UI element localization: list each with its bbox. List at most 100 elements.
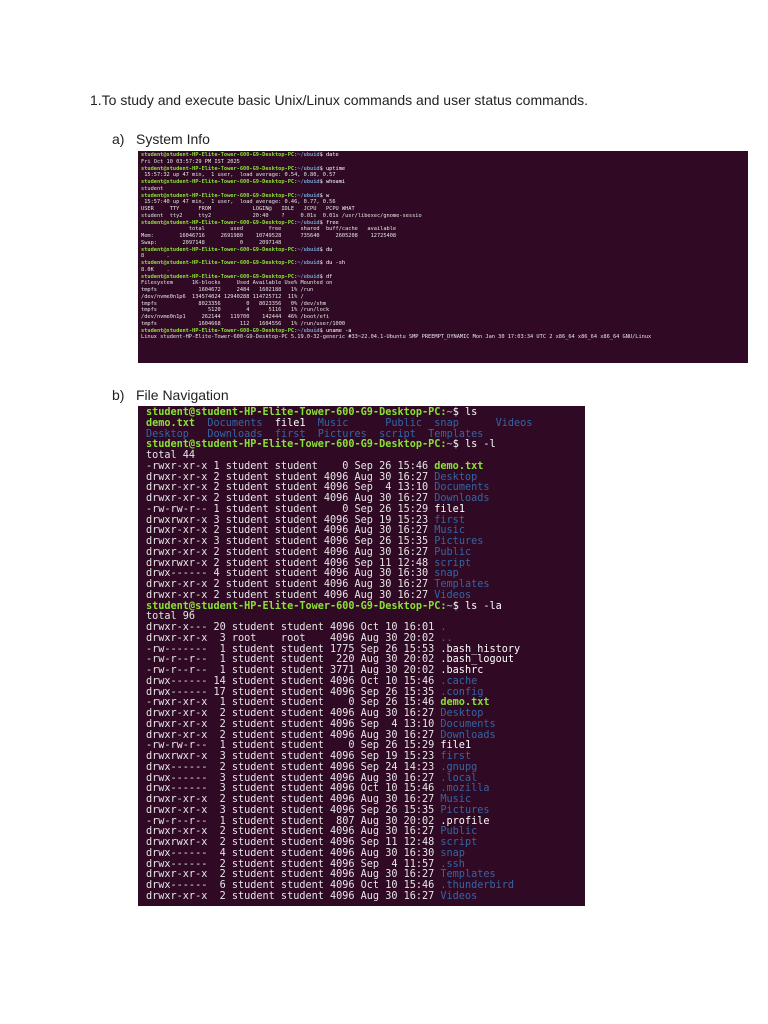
output-text: 15:57:32 up 47 min, 1 user, load average… bbox=[141, 172, 336, 179]
output-text: Fri Oct 10 03:57:29 PM IST 2025 bbox=[141, 158, 240, 165]
output-text: Mem: 16046716 2691980 10749528 735640 26… bbox=[141, 233, 397, 239]
output-line: Fri Oct 10 03:57:29 PM IST 2025 bbox=[141, 159, 748, 166]
output-line: student bbox=[141, 186, 748, 193]
file-name: .. bbox=[440, 632, 453, 644]
command-text: whoami bbox=[325, 179, 346, 185]
output-text: 8 . bbox=[141, 253, 170, 260]
file-attributes: drwxr-xr-x 3 student student 4096 Sep 26… bbox=[146, 536, 435, 547]
output-line: total used free shared buff/cache availa… bbox=[141, 226, 748, 233]
output-text: total 44 bbox=[146, 450, 196, 461]
file-name: Videos bbox=[495, 417, 533, 429]
file-name: .bash_logout bbox=[440, 654, 515, 666]
file-name: snap bbox=[434, 568, 459, 580]
file-name: first bbox=[434, 514, 465, 526]
file-attributes: drwxrwxr-x 3 student student 4096 Sep 19… bbox=[146, 514, 435, 526]
prompt-user: student@student-HP-Elite-Tower-600-G9-De… bbox=[141, 192, 298, 199]
file-attributes: -rw------- 1 student student 1775 Sep 26… bbox=[146, 643, 441, 655]
prompt-path: ~/ubuid bbox=[297, 152, 320, 158]
command-text: free bbox=[325, 219, 339, 226]
section-a-title: System Info bbox=[136, 131, 210, 147]
file-name: .ssh bbox=[440, 858, 465, 870]
prompt-symbol: $ bbox=[452, 600, 465, 612]
file-attributes: drwxr-xr-x 2 student student 4096 Aug 30… bbox=[146, 471, 435, 483]
file-name: Music bbox=[440, 794, 472, 805]
command-text: uptime bbox=[325, 165, 346, 172]
prompt-path: ~/ubuid bbox=[297, 165, 320, 172]
file-name: first bbox=[440, 751, 472, 762]
file-name: Pictures bbox=[317, 428, 380, 440]
file-name: Pictures bbox=[434, 536, 484, 547]
file-attributes: drwxr-xr-x 2 student student 4096 Aug 30… bbox=[146, 869, 441, 881]
file-attributes: drwxr-xr-x 2 student student 4096 Aug 30… bbox=[146, 525, 435, 537]
command-line: student@student-HP-Elite-Tower-600-G9-De… bbox=[141, 260, 748, 267]
output-line: student tty2 tty2 20:40 ? 0.01s 0.01s /u… bbox=[141, 213, 748, 220]
file-attributes: drwx------ 2 student student 4096 Sep 24… bbox=[146, 761, 441, 773]
section-b-heading: b) File Navigation bbox=[112, 387, 229, 403]
prompt-path: ~/ubuid bbox=[297, 260, 320, 266]
file-name: script bbox=[434, 557, 472, 569]
output-line: 8.0K . bbox=[141, 267, 748, 274]
file-name: .config bbox=[440, 686, 484, 698]
file-name: Public bbox=[440, 826, 478, 838]
file-name: Templates bbox=[434, 579, 490, 590]
file-attributes: drwxr-xr-x 2 student student 4096 Aug 30… bbox=[146, 493, 435, 504]
file-name: .cache bbox=[440, 675, 478, 687]
system-info-terminal-screenshot: student@student-HP-Elite-Tower-600-G9-De… bbox=[138, 151, 748, 363]
output-text: tmpfs 5120 4 5116 1% /run/lock bbox=[141, 307, 330, 314]
prompt-user: student@student-HP-Elite-Tower-600-G9-De… bbox=[141, 273, 298, 280]
file-attributes: drwx------ 17 student student 4096 Sep 2… bbox=[146, 686, 441, 698]
file-attributes: drwxr-xr-x 2 student student 4096 Sep 4 … bbox=[146, 718, 441, 730]
output-text: 8.0K . bbox=[141, 266, 170, 273]
prompt-path: ~/ubuid bbox=[297, 246, 320, 253]
file-name: snap bbox=[440, 847, 465, 859]
output-line: tmpfs 1604668 112 1604556 1% /run/user/1… bbox=[141, 321, 748, 328]
command-text: w bbox=[325, 192, 330, 199]
prompt-user: student@student-HP-Elite-Tower-600-G9-De… bbox=[141, 219, 298, 226]
file-name: Documents bbox=[440, 718, 496, 730]
file-attributes: drwxr-xr-x 2 student student 4096 Aug 30… bbox=[146, 589, 435, 601]
file-name: Desktop bbox=[434, 471, 478, 483]
output-line: Linux student-HP-Elite-Tower-600-G9-Desk… bbox=[141, 334, 748, 341]
file-name: Desktop bbox=[440, 708, 484, 719]
file-name: demo.txt bbox=[146, 417, 208, 429]
file-name: Downloads bbox=[440, 729, 496, 741]
prompt-path: ~/ubuid bbox=[297, 273, 320, 280]
output-text: Filesystem 1K-blocks Used Available Use%… bbox=[141, 280, 333, 287]
file-attributes: -rwxr-xr-x 1 student student 0 Sep 26 15… bbox=[146, 460, 435, 472]
prompt-user: student@student-HP-Elite-Tower-600-G9-De… bbox=[141, 246, 298, 253]
file-name: Public bbox=[434, 546, 472, 558]
file-attributes: drwx------ 14 student student 4096 Oct 1… bbox=[146, 675, 441, 687]
command-text: ls bbox=[464, 407, 478, 418]
command-line: student@student-HP-Elite-Tower-600-G9-De… bbox=[141, 220, 748, 227]
file-name: Desktop bbox=[146, 428, 208, 440]
command-line: student@student-HP-Elite-Tower-600-G9-De… bbox=[146, 600, 585, 613]
command-line: student@student-HP-Elite-Tower-600-G9-De… bbox=[141, 166, 748, 173]
section-a-label: a) bbox=[112, 131, 125, 147]
output-text: student tty2 tty2 20:40 ? 0.01s 0.01s /u… bbox=[141, 212, 422, 219]
output-text: /dev/nvme0n1p1 262144 119700 142444 46% … bbox=[141, 314, 330, 320]
file-attributes: drwxrwxr-x 2 student student 4096 Sep 11… bbox=[146, 837, 441, 848]
file-attributes: drwxrwxr-x 2 student student 4096 Sep 11… bbox=[146, 557, 435, 569]
file-attributes: drwxr-xr-x 2 student student 4096 Aug 30… bbox=[146, 826, 441, 838]
file-attributes: drwx------ 3 student student 4096 Aug 30… bbox=[146, 772, 441, 784]
file-name: demo.txt bbox=[434, 460, 484, 472]
file-attributes: drwx------ 2 student student 4096 Sep 4 … bbox=[146, 858, 441, 870]
file-name: Documents bbox=[207, 417, 275, 429]
output-line: 15:57:40 up 47 min, 1 user, load average… bbox=[141, 199, 748, 206]
section-b-label: b) bbox=[112, 387, 125, 403]
file-attributes: drwxr-xr-x 2 student student 4096 Aug 30… bbox=[146, 794, 441, 805]
file-attributes: drwxr-xr-x 3 student student 4096 Sep 26… bbox=[146, 804, 441, 816]
file-name: Music bbox=[434, 525, 465, 537]
file-name: file1 bbox=[434, 503, 465, 515]
file-name: .bash_history bbox=[440, 643, 521, 655]
file-name: file1 bbox=[440, 740, 472, 752]
command-text: ls -la bbox=[464, 600, 502, 612]
command-line: student@student-HP-Elite-Tower-600-G9-De… bbox=[141, 247, 748, 254]
file-attributes: -rw-r--r-- 1 student student 807 Aug 30 … bbox=[146, 815, 441, 827]
command-text: ls -l bbox=[464, 439, 496, 451]
file-name: Music bbox=[317, 417, 386, 429]
file-name: .local bbox=[440, 772, 478, 784]
file-navigation-terminal-screenshot: student@student-HP-Elite-Tower-600-G9-De… bbox=[138, 406, 585, 906]
file-name: Templates bbox=[440, 869, 496, 881]
file-name: file1 bbox=[274, 417, 318, 429]
